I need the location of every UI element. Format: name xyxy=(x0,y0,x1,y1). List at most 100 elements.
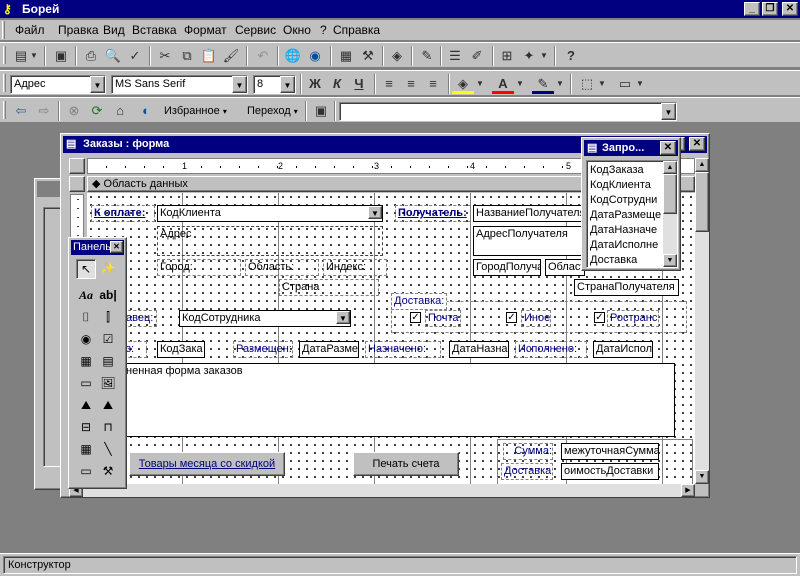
label-rostrans[interactable]: Ространс xyxy=(607,310,659,327)
underline-button[interactable]: Ч xyxy=(348,74,370,94)
toggle-tool-icon[interactable]: ⫿ xyxy=(98,308,118,328)
font-size-select[interactable]: 8 ▼ xyxy=(253,75,296,94)
build-icon[interactable]: ✐ xyxy=(466,46,488,66)
label-razmeshen[interactable]: Размещен: xyxy=(233,341,293,358)
favorites-menu-button[interactable]: Избранное ▾ xyxy=(160,101,232,121)
minimize-button[interactable]: _ xyxy=(744,2,760,16)
subform-tool-icon[interactable]: ▦ xyxy=(76,440,96,460)
chevron-down-icon[interactable]: ▼ xyxy=(368,206,382,219)
textbox-tool-icon[interactable]: ab| xyxy=(98,286,118,306)
subform-frame[interactable]: ненная форма заказов xyxy=(123,363,675,437)
restore-button[interactable]: ❐ xyxy=(762,2,778,16)
label-dostavka[interactable]: Доставка: xyxy=(391,293,447,310)
bound-frame-tool-icon[interactable]: ⛰ xyxy=(98,396,118,416)
section-selector[interactable] xyxy=(69,176,85,192)
unbound-frame-tool-icon[interactable]: ⛰ xyxy=(76,396,96,416)
special-effect-icon[interactable]: ▭ xyxy=(614,74,636,94)
label-poluchatel[interactable]: Получатель: xyxy=(395,205,471,222)
button-tool-icon[interactable]: ▭ xyxy=(76,374,96,394)
form-close-button[interactable]: ✕ xyxy=(689,137,705,151)
scroll-down-arrow-icon[interactable]: ▼ xyxy=(695,470,709,484)
new-object-icon[interactable]: ✦ xyxy=(518,46,540,66)
label-naznacheno[interactable]: Назначено: xyxy=(365,341,441,358)
autoformat-icon[interactable]: ◈ xyxy=(386,46,408,66)
spelling-icon[interactable]: ✓ xyxy=(124,46,146,66)
scroll-down-arrow-icon[interactable]: ▼ xyxy=(663,254,677,267)
data-ispolneniya-field[interactable]: ДатаИспол xyxy=(593,341,653,358)
kod-klienta-combo[interactable]: КодКлиента ▼ xyxy=(157,205,383,222)
checkbox-rostrans[interactable]: ✓ xyxy=(594,312,605,323)
tovary-mesyaca-button[interactable]: Товары месяца со скидкой xyxy=(129,452,285,476)
list-tool-icon[interactable]: ▤ xyxy=(98,352,118,372)
label-summa[interactable]: Сумма: xyxy=(503,443,553,460)
field-list-close-button[interactable]: ✕ xyxy=(660,141,676,155)
copy-icon[interactable]: ⧉ xyxy=(176,46,198,66)
chevron-down-icon[interactable]: ▼ xyxy=(336,311,350,324)
label-gorod[interactable]: Город: xyxy=(157,259,241,276)
toolbox-icon[interactable]: ⚒ xyxy=(357,46,379,66)
menu-format[interactable]: Формат xyxy=(184,23,227,37)
rectangle-tool-icon[interactable]: ▭ xyxy=(76,462,96,482)
home-icon[interactable]: ⌂ xyxy=(109,101,131,121)
menu-help[interactable]: Справка xyxy=(333,23,380,37)
combo-tool-icon[interactable]: ▦ xyxy=(76,352,96,372)
italic-button[interactable]: К xyxy=(326,74,348,94)
form-selector-box[interactable] xyxy=(69,158,85,174)
format-painter-icon[interactable]: 🖌 xyxy=(220,46,242,66)
oblast-poluchatelya-field[interactable]: Област xyxy=(545,259,585,276)
dropdown-arrow-icon[interactable]: ▼ xyxy=(634,74,646,94)
menu-file[interactable]: Файл xyxy=(15,23,45,37)
print-preview-icon[interactable]: 🔍 xyxy=(102,46,124,66)
kod-zakaza-field[interactable]: КодЗака xyxy=(157,341,205,358)
nazvanie-poluchatelya-field[interactable]: НазваниеПолучателя xyxy=(473,205,585,222)
option-group-tool-icon[interactable]: ⌷ xyxy=(76,308,96,328)
align-left-icon[interactable]: ≡ xyxy=(378,74,400,94)
fill-color-icon[interactable]: ◈ xyxy=(452,74,474,94)
tab-tool-icon[interactable]: ⊓ xyxy=(98,418,118,438)
save-icon[interactable]: ▣ xyxy=(50,46,72,66)
scroll-right-arrow-icon[interactable]: ▶ xyxy=(681,484,695,497)
back-icon[interactable]: ⇦ xyxy=(10,101,32,121)
scroll-thumb[interactable] xyxy=(695,172,709,232)
border-width-icon[interactable]: ⬚ xyxy=(576,74,598,94)
label-inoe[interactable]: Иное xyxy=(521,310,551,327)
strana-poluchatelya-field[interactable]: СтранаПолучателя xyxy=(574,279,679,296)
line-tool-icon[interactable]: ╲ xyxy=(98,440,118,460)
scroll-thumb[interactable] xyxy=(663,174,677,214)
kod-sotrudnika-combo[interactable]: КодСотрудника ▼ xyxy=(179,310,351,327)
field-list[interactable]: КодЗаказа КодКлиента КодСотрудни ДатаРаз… xyxy=(586,160,678,268)
data-razmesheniya-field[interactable]: ДатаРазме xyxy=(299,341,359,358)
dropdown-arrow-icon[interactable]: ▼ xyxy=(596,74,608,94)
form-vertical-scrollbar[interactable]: ▲ ▼ xyxy=(695,158,709,484)
help-icon[interactable]: ? xyxy=(560,46,582,66)
chevron-down-icon[interactable]: ▼ xyxy=(90,76,105,93)
chevron-down-icon[interactable]: ▼ xyxy=(661,103,676,120)
label-strana[interactable]: Страна xyxy=(279,279,379,296)
undo-icon[interactable]: ↶ xyxy=(252,46,274,66)
go-menu-button[interactable]: Переход ▾ xyxy=(243,101,303,121)
chevron-down-icon[interactable]: ▼ xyxy=(232,76,247,93)
checkbox-inoe[interactable]: ✓ xyxy=(506,312,517,323)
address-field[interactable]: ▼ xyxy=(339,102,677,121)
dropdown-arrow-icon[interactable]: ▼ xyxy=(474,74,486,94)
page-break-tool-icon[interactable]: ⊟ xyxy=(76,418,96,438)
menu-edit[interactable]: Правка xyxy=(58,23,99,37)
image-tool-icon[interactable]: 🖼 xyxy=(98,374,118,394)
label-pochta[interactable]: Почта xyxy=(425,310,461,327)
checkbox-pochta[interactable]: ✓ xyxy=(410,312,421,323)
insert-hyperlink-icon[interactable]: 🌐 xyxy=(282,46,304,66)
more-tools-icon[interactable]: ⚒ xyxy=(98,462,118,482)
checkbox-tool-icon[interactable]: ☑ xyxy=(98,330,118,350)
align-center-icon[interactable]: ≡ xyxy=(400,74,422,94)
chevron-down-icon[interactable]: ▼ xyxy=(280,76,295,93)
show-only-web-toolbar-icon[interactable]: ▣ xyxy=(310,101,332,121)
menu-insert[interactable]: Вставка xyxy=(132,23,177,37)
promezhutochnaya-summa-field[interactable]: межуточнаяСумма] xyxy=(561,443,659,460)
database-window-icon[interactable]: ⊞ xyxy=(496,46,518,66)
close-button[interactable]: ✕ xyxy=(782,2,798,16)
paste-icon[interactable]: 📋 xyxy=(198,46,220,66)
forward-icon[interactable]: ⇨ xyxy=(33,101,55,121)
menu-view[interactable]: Вид xyxy=(103,23,125,37)
label-oblast[interactable]: Область: xyxy=(245,259,319,276)
wizard-tool-icon[interactable]: ✨ xyxy=(98,259,118,279)
